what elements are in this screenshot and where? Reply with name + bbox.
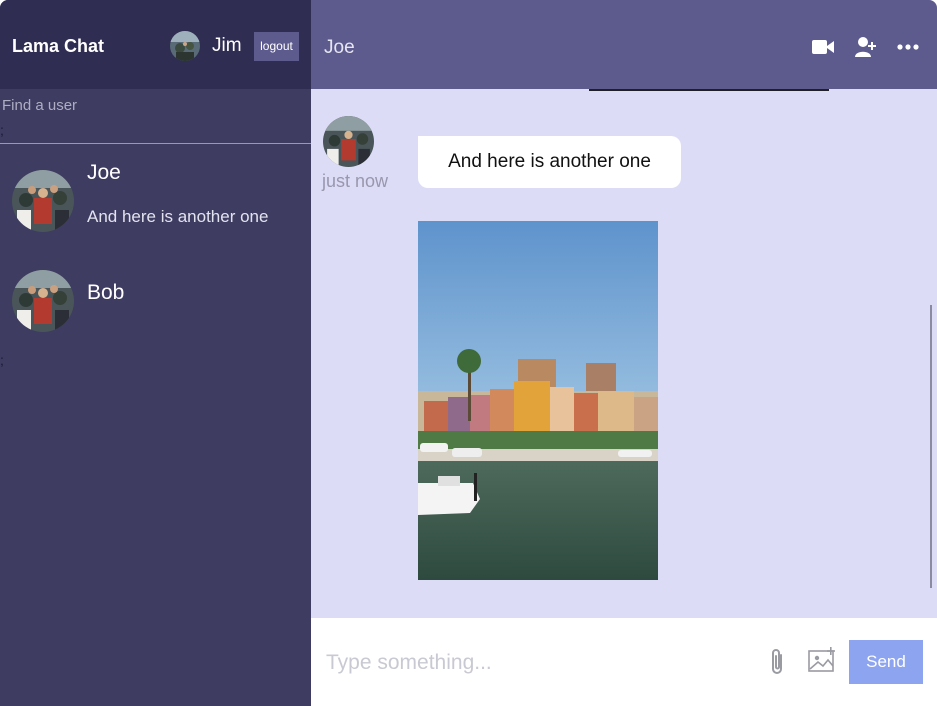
add-user-icon[interactable]: [854, 36, 878, 58]
video-camera-icon[interactable]: [811, 36, 835, 58]
current-user-name: Jim: [212, 35, 242, 56]
app-logo: Lama Chat: [12, 36, 105, 56]
more-icon[interactable]: [897, 36, 921, 58]
stray-glyph: ;: [0, 352, 4, 368]
chat-list-item-joe[interactable]: Joe And here is another one: [0, 160, 311, 240]
current-user-avatar: [170, 31, 200, 61]
avatar: [12, 270, 74, 332]
message-bubble: And here is another one: [418, 136, 681, 188]
chat-header: Joe: [311, 0, 937, 89]
paperclip-icon[interactable]: [767, 647, 787, 677]
send-button[interactable]: Send: [849, 640, 923, 684]
image-icon[interactable]: [807, 647, 837, 673]
previous-image-edge: [589, 89, 829, 91]
user-search: ;: [0, 89, 311, 144]
message-text: And here is another one: [448, 151, 651, 172]
sidebar: Lama Chat Jim logout ;: [0, 0, 311, 706]
stray-glyph: ;: [0, 122, 4, 138]
chat-name: Joe: [87, 161, 121, 184]
message-timestamp: just now: [322, 171, 389, 191]
chat-app: Lama Chat Jim logout ;: [0, 0, 937, 706]
message-image[interactable]: [418, 221, 658, 580]
chat-last-message: And here is another one: [87, 207, 269, 226]
sidebar-navbar: Lama Chat Jim logout: [0, 0, 311, 89]
message-avatar: [323, 116, 374, 167]
message-input[interactable]: [326, 648, 746, 678]
logout-button[interactable]: logout: [254, 32, 299, 61]
message-composer: Send: [311, 618, 937, 706]
messages-list[interactable]: just now And here is another one: [311, 89, 937, 618]
chat-panel: Joe just now And here is another one Typ…: [311, 0, 937, 706]
chat-list-item-bob[interactable]: Bob: [0, 260, 311, 340]
messages-scrollbar[interactable]: [930, 305, 932, 588]
search-input[interactable]: [2, 95, 302, 115]
chat-title: Joe: [324, 37, 355, 58]
avatar: [12, 170, 74, 232]
chat-name: Bob: [87, 281, 125, 304]
